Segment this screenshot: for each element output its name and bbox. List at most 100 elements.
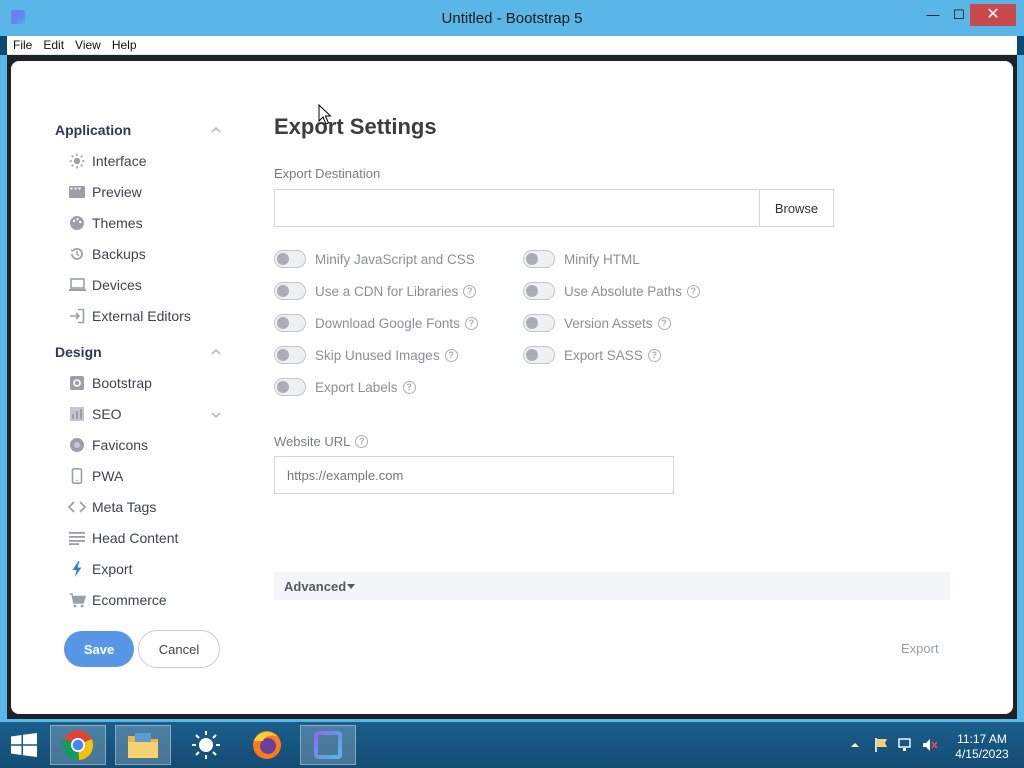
weather-icon[interactable] <box>178 725 234 765</box>
network-icon[interactable] <box>898 737 914 753</box>
cancel-button[interactable]: Cancel <box>138 630 220 668</box>
sidebar-item-export[interactable]: Export <box>68 559 132 579</box>
menu-edit[interactable]: Edit <box>37 36 69 52</box>
option-version-assets[interactable]: Version Assets ? <box>523 313 671 333</box>
sidebar-item-label: Themes <box>92 215 143 231</box>
toggle-switch[interactable] <box>274 346 306 364</box>
help-icon[interactable]: ? <box>647 348 661 362</box>
sidebar-item-label: PWA <box>92 468 124 484</box>
option-download-google-fonts[interactable]: Download Google Fonts ? <box>274 313 478 333</box>
minimize-button[interactable]: — <box>922 4 944 26</box>
sidebar-item-devices[interactable]: Devices <box>68 275 142 295</box>
sidebar-item-bootstrap[interactable]: Bootstrap <box>68 373 152 393</box>
sidebar-item-interface[interactable]: Interface <box>68 151 146 171</box>
cart-icon <box>68 592 86 608</box>
option-label: Minify JavaScript and CSS <box>315 251 475 267</box>
sidebar-item-themes[interactable]: Themes <box>68 213 143 233</box>
toggle-switch[interactable] <box>523 314 555 332</box>
website-url-input[interactable] <box>274 456 674 494</box>
firefox-icon[interactable] <box>239 725 295 765</box>
toggle-switch[interactable] <box>523 282 555 300</box>
clock-date: 4/15/2023 <box>955 747 1009 761</box>
option-use-cdn[interactable]: Use a CDN for Libraries ? <box>274 281 477 301</box>
menu-help[interactable]: Help <box>106 36 142 52</box>
toggle-switch[interactable] <box>274 282 306 300</box>
caret-down-icon <box>347 584 355 589</box>
sidebar-item-label: Interface <box>92 153 147 169</box>
sidebar-item-label: External Editors <box>92 308 191 324</box>
taskbar: 11:17 AM 4/15/2023 <box>0 722 1024 768</box>
sidebar-item-label: Preview <box>92 184 142 200</box>
menu-bar: File Edit View Help <box>7 36 1017 55</box>
speaker-muted-icon[interactable] <box>922 737 938 753</box>
section-design[interactable]: Design <box>55 344 102 360</box>
sidebar-item-meta-tags[interactable]: Meta Tags <box>68 497 156 517</box>
laptop-icon <box>68 277 86 293</box>
sidebar-item-label: Meta Tags <box>92 499 157 515</box>
sidebar-item-external-editors[interactable]: External Editors <box>68 306 191 326</box>
option-label: Use Absolute Paths <box>564 283 682 299</box>
advanced-label: Advanced <box>284 579 347 594</box>
save-button[interactable]: Save <box>64 631 134 667</box>
file-explorer-icon[interactable] <box>115 725 171 765</box>
chrome-icon[interactable] <box>50 725 106 765</box>
option-minify-js-css[interactable]: Minify JavaScript and CSS <box>274 249 475 269</box>
bootstrap-studio-icon[interactable] <box>300 725 356 765</box>
help-icon[interactable]: ? <box>463 284 477 298</box>
chart-icon <box>68 406 86 422</box>
toggle-switch[interactable] <box>523 346 555 364</box>
sidebar-item-pwa[interactable]: PWA <box>68 466 123 486</box>
help-icon[interactable]: ? <box>686 284 700 298</box>
sidebar-item-preview[interactable]: Preview <box>68 182 142 202</box>
advanced-section[interactable]: Advanced <box>274 572 950 600</box>
section-application[interactable]: Application <box>55 122 131 138</box>
chevron-up-icon[interactable] <box>210 124 222 136</box>
sidebar-item-label: SEO <box>92 406 122 422</box>
sidebar-item-backups[interactable]: Backups <box>68 244 146 264</box>
chevron-up-icon[interactable] <box>850 741 860 749</box>
toggle-switch[interactable] <box>274 250 306 268</box>
sidebar-item-head-content[interactable]: Head Content <box>68 528 178 548</box>
sidebar-item-seo[interactable]: SEO <box>68 404 122 424</box>
option-use-absolute-paths[interactable]: Use Absolute Paths ? <box>523 281 700 301</box>
toggle-switch[interactable] <box>523 250 555 268</box>
close-button[interactable]: ✕ <box>970 4 1016 26</box>
page-title: Export Settings <box>274 114 437 139</box>
option-label: Export Labels <box>315 379 398 395</box>
help-icon[interactable]: ? <box>464 316 478 330</box>
chevron-down-icon[interactable] <box>210 409 222 421</box>
help-icon[interactable]: ? <box>402 380 416 394</box>
circle-icon <box>68 437 86 453</box>
start-icon[interactable] <box>0 725 48 765</box>
website-url-label: Website URL <box>274 433 351 449</box>
action-center-icon[interactable] <box>874 737 890 753</box>
option-minify-html[interactable]: Minify HTML <box>523 249 640 269</box>
option-export-sass[interactable]: Export SASS ? <box>523 345 661 365</box>
export-destination-input[interactable] <box>274 189 760 227</box>
window-title: Untitled - Bootstrap 5 <box>441 10 583 27</box>
system-clock[interactable]: 11:17 AM 4/15/2023 <box>950 732 1014 762</box>
menu-view[interactable]: View <box>69 36 106 52</box>
help-icon[interactable]: ? <box>355 434 369 448</box>
system-tray <box>850 722 938 768</box>
sidebar-item-label: Backups <box>92 246 146 262</box>
sun-icon <box>68 153 86 169</box>
option-skip-unused-images[interactable]: Skip Unused Images ? <box>274 345 458 365</box>
maximize-button[interactable]: ☐ <box>948 4 970 26</box>
sidebar-item-ecommerce[interactable]: Ecommerce <box>68 590 167 610</box>
toggle-switch[interactable] <box>274 378 306 396</box>
export-button[interactable]: Export <box>901 641 939 656</box>
export-settings-dialog <box>11 61 1013 714</box>
sidebar-item-favicons[interactable]: Favicons <box>68 435 148 455</box>
help-icon[interactable]: ? <box>444 348 458 362</box>
option-export-labels[interactable]: Export Labels ? <box>274 377 416 397</box>
menu-file[interactable]: File <box>7 36 37 52</box>
palette-icon <box>68 215 86 231</box>
toggle-switch[interactable] <box>274 314 306 332</box>
browse-button[interactable]: Browse <box>759 189 834 227</box>
sidebar-item-label: Favicons <box>92 437 149 453</box>
sidebar-item-label: Bootstrap <box>92 375 152 391</box>
chevron-up-icon[interactable] <box>210 346 222 358</box>
help-icon[interactable]: ? <box>657 316 671 330</box>
sidebar-item-label: Ecommerce <box>92 592 167 608</box>
